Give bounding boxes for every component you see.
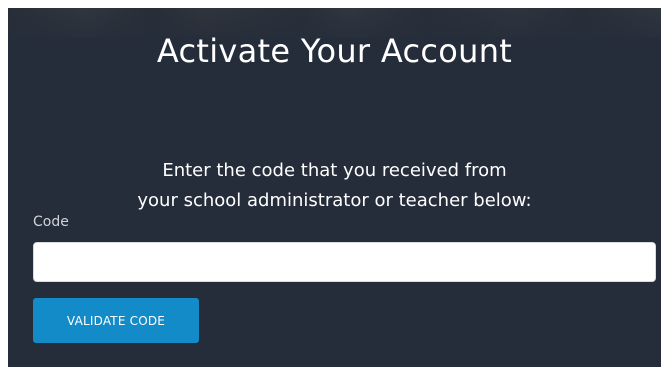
page-title: Activate Your Account <box>156 32 513 70</box>
instruction-text: Enter the code that you received from yo… <box>8 156 661 216</box>
instruction-line-2: your school administrator or teacher bel… <box>137 190 532 211</box>
validate-code-button[interactable]: VALIDATE CODE <box>33 298 199 343</box>
code-input[interactable] <box>33 242 656 282</box>
activation-panel: Activate Your Account Enter the code tha… <box>8 8 661 367</box>
instruction-line-1: Enter the code that you received from <box>162 160 507 181</box>
code-label: Code <box>33 214 69 230</box>
